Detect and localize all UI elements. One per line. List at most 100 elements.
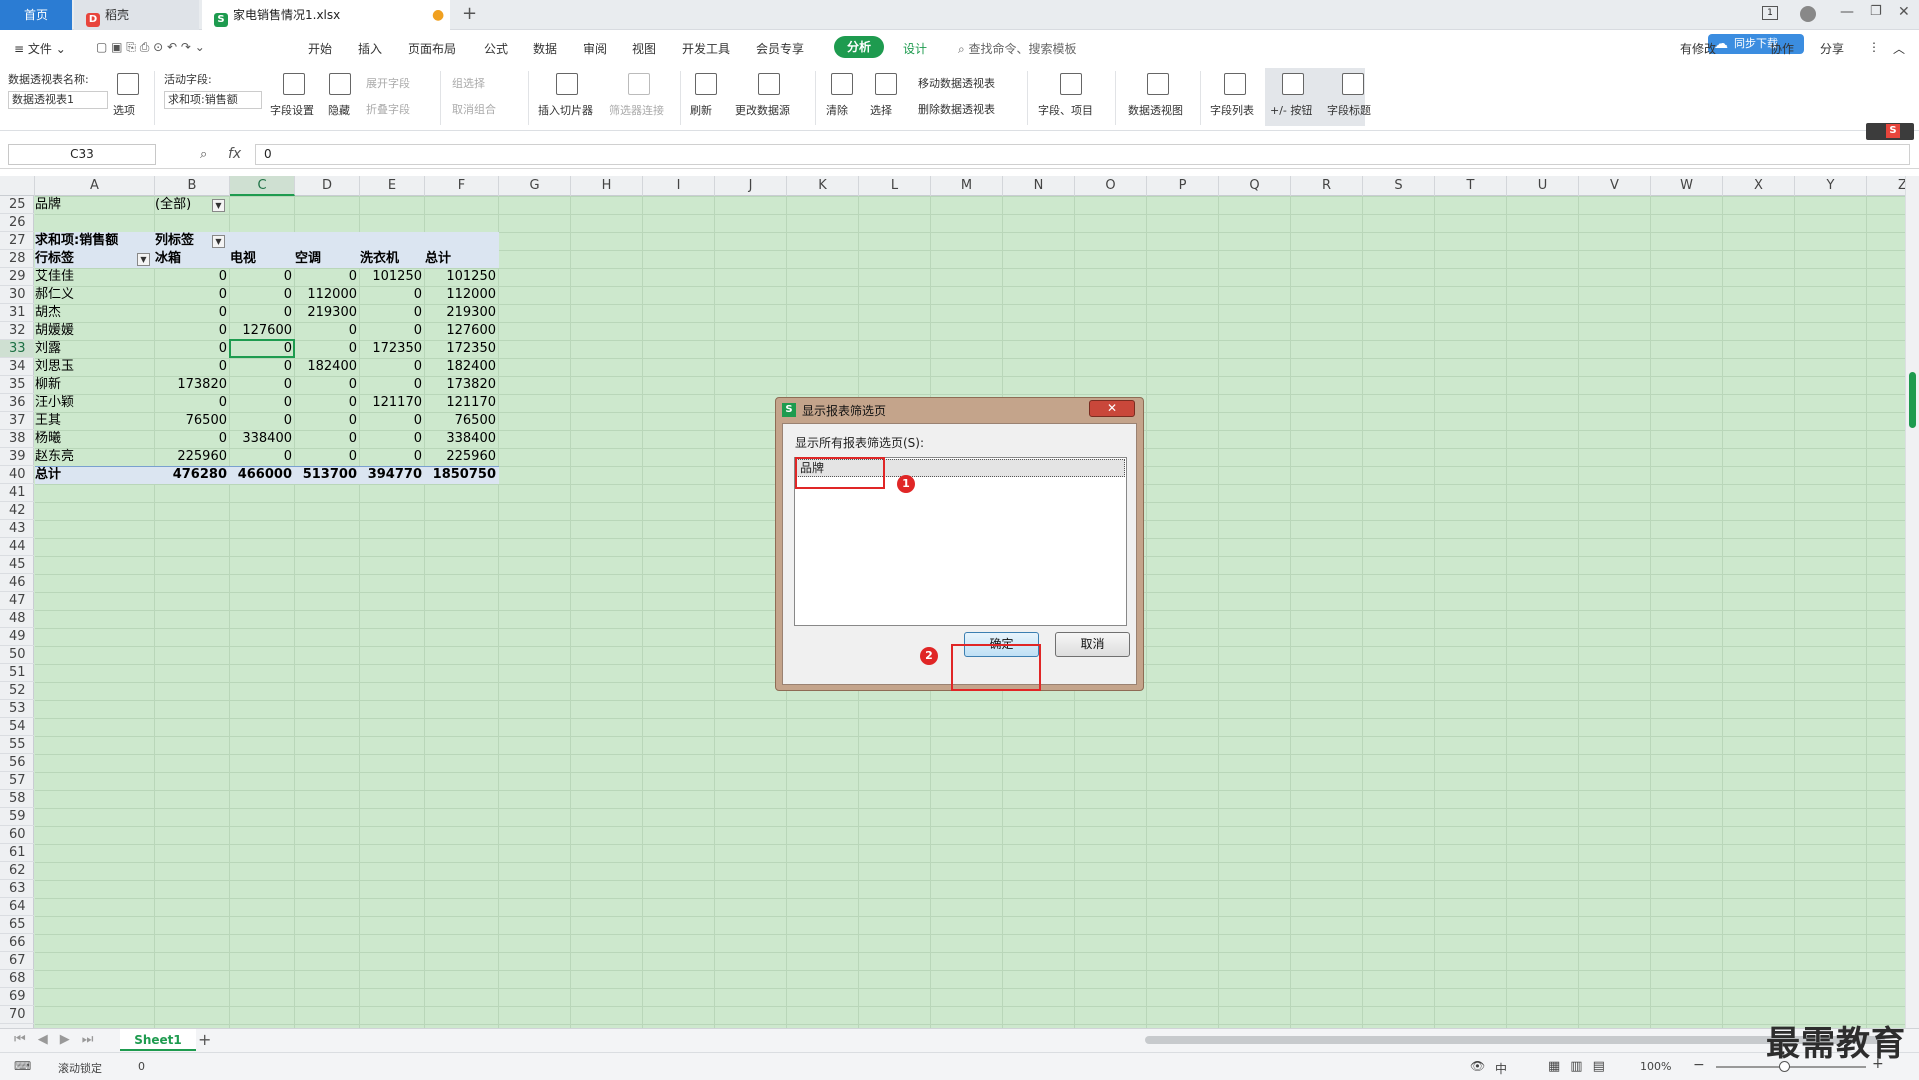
hide-icon[interactable] — [329, 73, 351, 95]
menu-insert[interactable]: 插入 — [358, 40, 382, 57]
pivot-value[interactable]: 0 — [360, 286, 425, 304]
row-header-68[interactable]: 68 — [0, 970, 34, 988]
move-pivot-button[interactable]: 移动数据透视表 — [918, 75, 995, 91]
menu-dev-tools[interactable]: 开发工具 — [682, 40, 730, 57]
row-header-31[interactable]: 31 — [0, 304, 34, 322]
row-header-27[interactable]: 27 — [0, 232, 34, 250]
pivot-row-name[interactable]: 胡媛媛 — [35, 322, 155, 340]
pivot-total-value[interactable]: 466000 — [230, 466, 295, 484]
active-field-input[interactable]: 求和项:销售额 — [164, 91, 262, 109]
delete-pivot-button[interactable]: 删除数据透视表 — [918, 101, 995, 117]
pivot-value[interactable]: 127600 — [425, 322, 499, 340]
menu-start[interactable]: 开始 — [308, 40, 332, 57]
pivot-col-header[interactable]: 洗衣机 — [360, 250, 425, 268]
row-header-50[interactable]: 50 — [0, 646, 34, 664]
window-num-icon[interactable]: 1 — [1762, 6, 1778, 20]
column-header-i[interactable]: I — [643, 176, 715, 196]
clear-button[interactable]: 清除 — [826, 102, 848, 118]
tab-file[interactable]: S 家电销售情况1.xlsx ● — [202, 0, 450, 30]
pivot-value[interactable]: 0 — [230, 304, 295, 322]
pivot-value[interactable]: 112000 — [295, 286, 360, 304]
row-header-67[interactable]: 67 — [0, 952, 34, 970]
pivot-value[interactable]: 0 — [230, 268, 295, 286]
pivot-value[interactable]: 101250 — [360, 268, 425, 286]
row-header-48[interactable]: 48 — [0, 610, 34, 628]
change-source-icon[interactable] — [758, 73, 780, 95]
add-sheet-button[interactable]: + — [198, 1030, 211, 1049]
change-source-button[interactable]: 更改数据源 — [735, 102, 790, 118]
column-header-h[interactable]: H — [571, 176, 643, 196]
pivot-col-header[interactable]: 空调 — [295, 250, 360, 268]
pivot-chart-icon[interactable] — [1147, 73, 1169, 95]
quick-access-icons[interactable]: ▢ ▣ ⎘ ⎙ ⊙ ↶ ↷ ⌄ — [96, 40, 205, 55]
options-icon[interactable] — [117, 73, 139, 95]
row-header-64[interactable]: 64 — [0, 898, 34, 916]
pivot-value[interactable]: 182400 — [425, 358, 499, 376]
pivot-row-name[interactable]: 赵东亮 — [35, 448, 155, 466]
pivot-value[interactable]: 0 — [155, 358, 230, 376]
column-header-f[interactable]: F — [425, 176, 499, 196]
column-header-s[interactable]: S — [1363, 176, 1435, 196]
pivot-value[interactable]: 0 — [155, 304, 230, 322]
row-header-33[interactable]: 33 — [0, 340, 34, 358]
pivot-value[interactable]: 0 — [295, 376, 360, 394]
pivot-filter-label[interactable]: 品牌 — [35, 196, 155, 214]
pivot-row-name[interactable]: 汪小颖 — [35, 394, 155, 412]
search-command[interactable]: ⌕ 查找命令、搜索模板 — [958, 40, 1077, 57]
more-icon[interactable]: ⋮ — [1868, 40, 1880, 54]
pivot-name-input[interactable]: 数据透视表1 — [8, 91, 108, 109]
pivot-value[interactable]: 0 — [230, 286, 295, 304]
row-header-32[interactable]: 32 — [0, 322, 34, 340]
row-header-52[interactable]: 52 — [0, 682, 34, 700]
row-header-65[interactable]: 65 — [0, 916, 34, 934]
pivot-value[interactable]: 0 — [155, 286, 230, 304]
menu-review[interactable]: 审阅 — [583, 40, 607, 57]
row-header-37[interactable]: 37 — [0, 412, 34, 430]
row-header-45[interactable]: 45 — [0, 556, 34, 574]
pivot-value[interactable]: 0 — [295, 448, 360, 466]
zoom-out-button[interactable]: − — [1693, 1057, 1705, 1073]
row-header-63[interactable]: 63 — [0, 880, 34, 898]
zoom-slider[interactable] — [1716, 1066, 1866, 1068]
group-select-button[interactable]: 组选择 — [452, 75, 485, 91]
row-header-69[interactable]: 69 — [0, 988, 34, 1006]
filter-connection-icon[interactable] — [628, 73, 650, 95]
row-header-66[interactable]: 66 — [0, 934, 34, 952]
pivot-value[interactable]: 127600 — [230, 322, 295, 340]
sheet-nav-arrows[interactable]: ⏮◀▶⏭ — [14, 1032, 105, 1047]
pivot-total-value[interactable]: 476280 — [155, 466, 230, 484]
minimize-icon[interactable]: — — [1840, 4, 1854, 20]
pivot-row-name[interactable]: 刘露 — [35, 340, 155, 358]
row-header-39[interactable]: 39 — [0, 448, 34, 466]
pivot-row-name[interactable]: 胡杰 — [35, 304, 155, 322]
pivot-value[interactable]: 172350 — [360, 340, 425, 358]
zoom-formula-icon[interactable]: ⌕ — [200, 147, 207, 162]
refresh-icon[interactable] — [695, 73, 717, 95]
row-header-38[interactable]: 38 — [0, 430, 34, 448]
column-header-w[interactable]: W — [1651, 176, 1723, 196]
pivot-value[interactable]: 0 — [230, 358, 295, 376]
row-header-61[interactable]: 61 — [0, 844, 34, 862]
formula-input[interactable]: 0 — [255, 144, 1910, 165]
row-header-57[interactable]: 57 — [0, 772, 34, 790]
pivot-value[interactable]: 101250 — [425, 268, 499, 286]
pivot-row-name[interactable]: 王其 — [35, 412, 155, 430]
pivot-value[interactable]: 172350 — [425, 340, 499, 358]
row-header-62[interactable]: 62 — [0, 862, 34, 880]
menu-collab[interactable]: 协作 — [1770, 40, 1794, 57]
pivot-value[interactable]: 0 — [295, 394, 360, 412]
pivot-value[interactable]: 0 — [295, 430, 360, 448]
row-header-36[interactable]: 36 — [0, 394, 34, 412]
fields-items-button[interactable]: 字段、项目 — [1038, 102, 1093, 118]
input-method[interactable]: 中 — [1495, 1060, 1507, 1077]
menu-page-layout[interactable]: 页面布局 — [408, 40, 456, 57]
pivot-value[interactable]: 121170 — [360, 394, 425, 412]
row-header-54[interactable]: 54 — [0, 718, 34, 736]
column-header-e[interactable]: E — [360, 176, 425, 196]
pivot-value[interactable]: 0 — [230, 376, 295, 394]
row-header-26[interactable]: 26 — [0, 214, 34, 232]
pivot-row-name[interactable]: 杨曦 — [35, 430, 155, 448]
row-header-30[interactable]: 30 — [0, 286, 34, 304]
new-tab-button[interactable]: + — [462, 3, 477, 24]
filter-connection-button[interactable]: 筛选器连接 — [609, 102, 664, 118]
